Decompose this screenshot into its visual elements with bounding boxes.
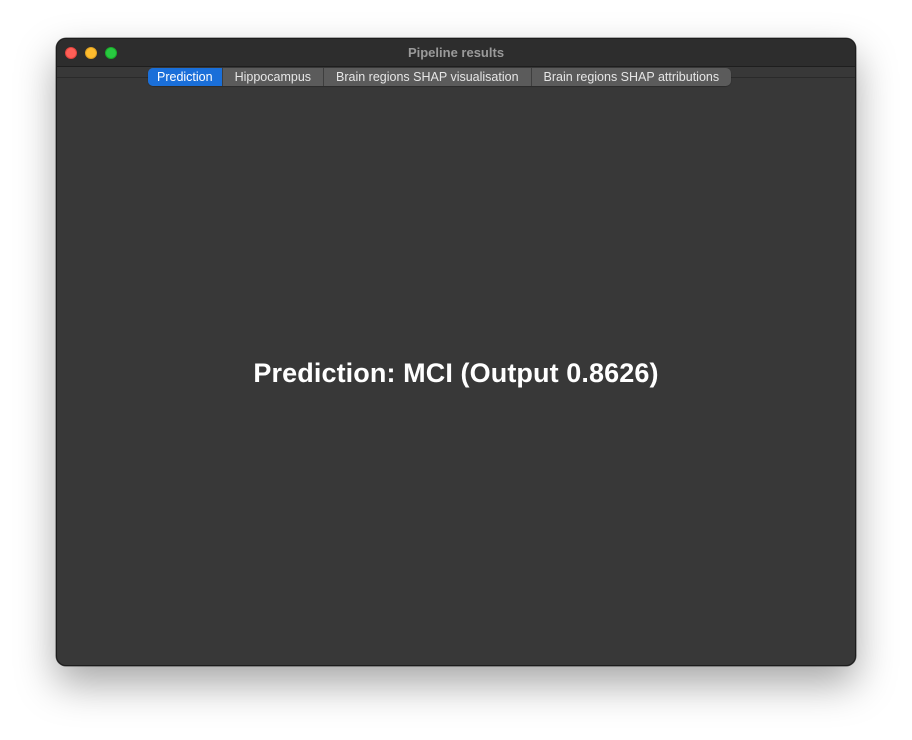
title-bar[interactable]: Pipeline results <box>57 39 855 67</box>
prediction-result: Prediction: MCI (Output 0.8626) <box>253 358 659 388</box>
window-title: Pipeline results <box>407 45 505 60</box>
tab-content: Prediction: MCI (Output 0.8626) <box>57 78 855 665</box>
app-window: Pipeline results Prediction Hippocampus … <box>56 38 856 666</box>
